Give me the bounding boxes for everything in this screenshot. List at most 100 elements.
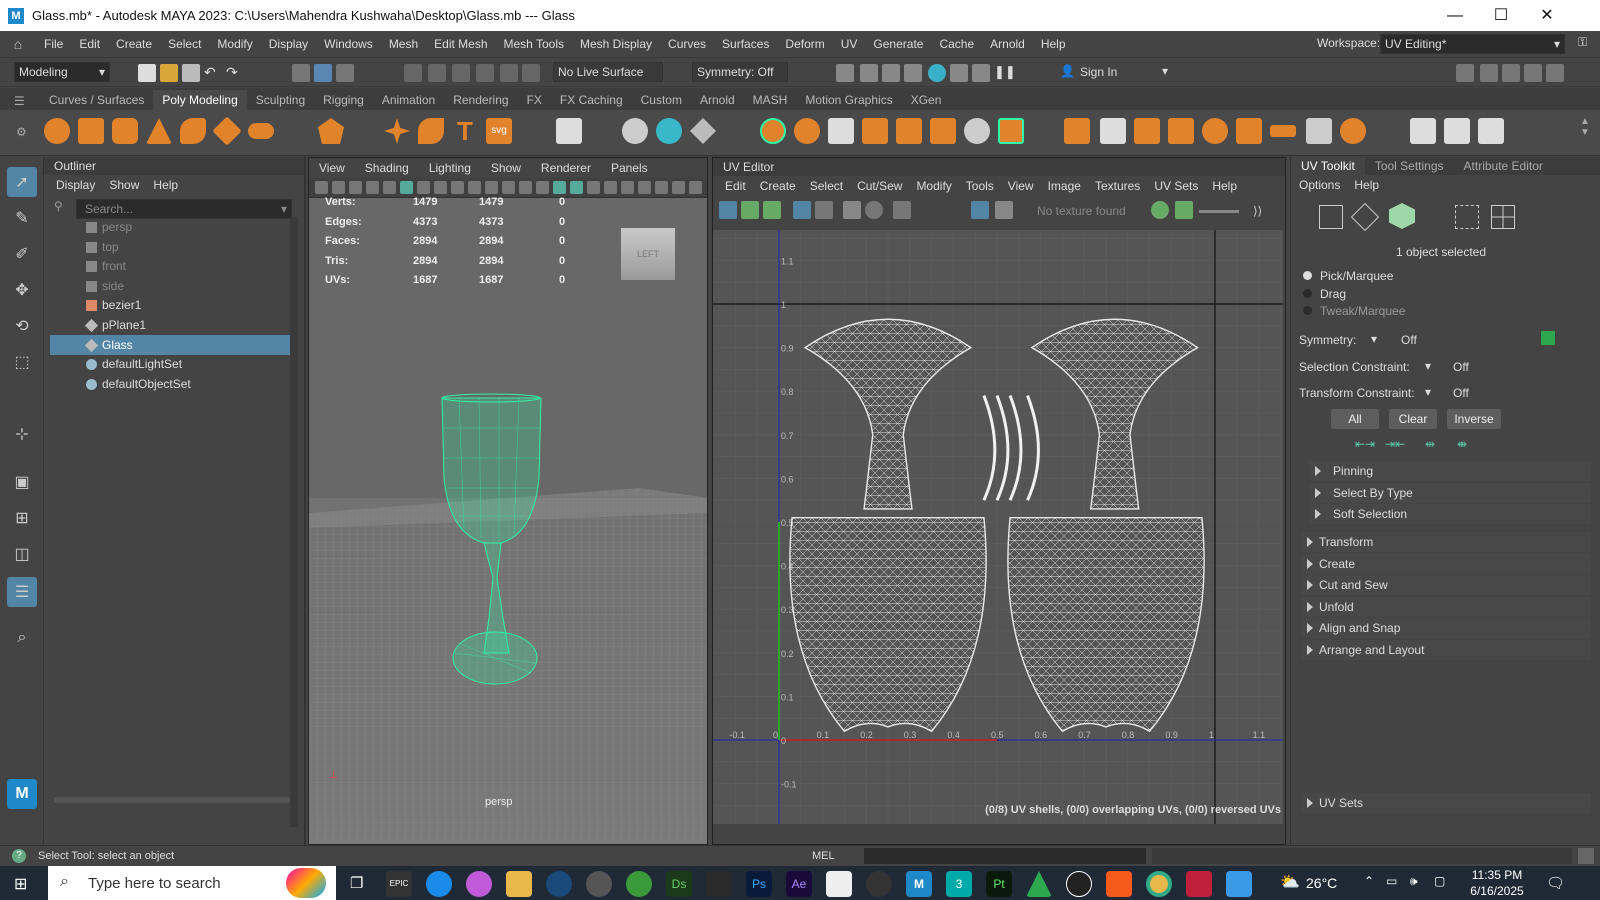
viewport-menu-show[interactable]: Show — [481, 161, 531, 175]
uv-canvas[interactable]: 1.1 1 0.9 0.8 0.7 0.6 0.5 0.4 0.3 0.2 0.1 0 -0.1 -0.1… — [713, 230, 1283, 824]
tray-chevron-icon[interactable]: ⌃ — [1364, 874, 1374, 888]
poly-helix-icon[interactable] — [418, 118, 444, 144]
bookmark-icon[interactable] — [349, 181, 362, 194]
outliner-item-bezier1[interactable]: bezier1 — [50, 295, 295, 315]
shelf-tab-custom[interactable]: Custom — [632, 90, 691, 110]
extrude-icon[interactable] — [760, 118, 786, 144]
shelf-tab-xgen[interactable]: XGen — [902, 90, 951, 110]
mirror-icon[interactable] — [1134, 118, 1160, 144]
circularize-icon[interactable] — [1168, 118, 1194, 144]
poly-type-icon[interactable]: T — [452, 118, 478, 144]
shrink-selection-icon[interactable]: ⇥⇤ — [1385, 437, 1405, 451]
network-icon[interactable]: ▭ — [1386, 874, 1397, 888]
view-cube[interactable]: LEFT — [621, 228, 675, 280]
wireframe-icon[interactable] — [536, 181, 549, 194]
menu-windows[interactable]: Windows — [316, 37, 381, 51]
combine-icon[interactable] — [622, 118, 648, 144]
select-component-icon[interactable] — [336, 64, 354, 82]
move-tool-icon[interactable]: ✥ — [7, 275, 37, 305]
subsection-select-by-type[interactable]: Select By Type — [1309, 482, 1591, 503]
undo-icon[interactable]: ↶ — [204, 64, 222, 82]
uv-distortion-icon[interactable] — [763, 201, 781, 219]
filter-icon[interactable]: ⚲ — [54, 199, 63, 213]
viewport-menu-shading[interactable]: Shading — [355, 161, 419, 175]
smooth-icon[interactable] — [690, 118, 716, 144]
maximize-button[interactable]: ☐ — [1478, 0, 1524, 31]
poly-plane-icon[interactable] — [212, 116, 242, 146]
nvidia-icon[interactable] — [706, 871, 732, 897]
taskbar-search-box[interactable]: ⌕ Type here to search — [48, 866, 336, 900]
image-plane-icon[interactable] — [366, 181, 379, 194]
unity-icon[interactable] — [586, 871, 612, 897]
outliner-item-pplane1[interactable]: pPlane1 — [50, 315, 295, 335]
maya-taskbar-icon[interactable]: M — [906, 871, 932, 897]
chevron-down-icon[interactable]: ▾ — [281, 200, 287, 218]
camera-attr-icon[interactable] — [332, 181, 345, 194]
minimize-button[interactable]: — — [1432, 0, 1478, 31]
render-settings-icon[interactable] — [904, 64, 922, 82]
menu-mesh-tools[interactable]: Mesh Tools — [496, 37, 572, 51]
shelf-gear-icon[interactable]: ⚙ — [16, 125, 27, 139]
premiere-icon[interactable] — [826, 871, 852, 897]
outliner-menu-show[interactable]: Show — [109, 178, 139, 192]
unreal-engine-icon[interactable] — [1066, 871, 1092, 897]
modeling-toolkit-icon[interactable] — [1456, 64, 1474, 82]
uv-toolkit-tab-uv-toolkit[interactable]: UV Toolkit — [1291, 157, 1365, 175]
append-polygon-icon[interactable] — [896, 118, 922, 144]
mode-radio-tweak-marquee[interactable]: Tweak/Marquee — [1303, 304, 1405, 318]
mode-radio-pick-marquee[interactable]: Pick/Marquee — [1303, 269, 1393, 283]
close-button[interactable]: ✕ — [1524, 0, 1570, 31]
ipr-render-icon[interactable] — [882, 64, 900, 82]
image-ratio-slider[interactable] — [1199, 210, 1239, 213]
uv-toolkit-tab-tool-settings[interactable]: Tool Settings — [1365, 157, 1454, 175]
shelf-tab-sculpting[interactable]: Sculpting — [247, 90, 314, 110]
app-red-icon[interactable] — [1186, 871, 1212, 897]
menu-generate[interactable]: Generate — [865, 37, 931, 51]
shelf-tab-arnold[interactable]: Arnold — [691, 90, 744, 110]
xray-icon[interactable] — [672, 181, 685, 194]
tool-settings-icon[interactable] — [1524, 64, 1542, 82]
outliner-item-defaultlightset[interactable]: defaultLightSet — [50, 354, 295, 374]
volume-icon[interactable]: 🕪 — [1410, 874, 1418, 889]
menu-edit-mesh[interactable]: Edit Mesh — [426, 37, 495, 51]
mode-radio-drag[interactable]: Drag — [1303, 287, 1346, 301]
section-align-and-snap[interactable]: Align and Snap — [1301, 618, 1591, 639]
menu-create[interactable]: Create — [108, 37, 160, 51]
symmetry-value[interactable]: Off — [1401, 333, 1417, 347]
select-loop-icon[interactable]: ⇹ — [1425, 437, 1435, 451]
poly-cone-icon[interactable] — [146, 118, 172, 144]
command-line-input[interactable] — [864, 848, 1146, 864]
bridge-icon[interactable] — [794, 118, 820, 144]
paint-tool-icon[interactable] — [1478, 118, 1504, 144]
file-explorer-icon[interactable] — [506, 871, 532, 897]
menu-mesh[interactable]: Mesh — [381, 37, 426, 51]
outliner-item-front[interactable]: front — [50, 256, 295, 276]
snap-vertex-icon[interactable] — [522, 64, 540, 82]
multi-cut-icon[interactable] — [998, 118, 1024, 144]
menu-file[interactable]: File — [36, 37, 71, 51]
arnold-render-icon[interactable] — [972, 64, 990, 82]
outliner-item-persp[interactable]: persp — [50, 217, 295, 237]
sign-in-button[interactable]: Sign In — [1080, 65, 1117, 79]
viewport-menu-view[interactable]: View — [309, 161, 355, 175]
uv-toolkit-menu-help[interactable]: Help — [1354, 178, 1379, 192]
uv-menu-create[interactable]: Create — [760, 179, 796, 193]
epic-games-icon[interactable]: EPIC — [386, 871, 412, 897]
svg-icon[interactable]: svg — [486, 118, 512, 144]
snap-point-icon[interactable] — [452, 64, 470, 82]
render-history-icon[interactable] — [836, 64, 854, 82]
after-effects-icon[interactable]: Ae — [786, 871, 812, 897]
merge-icon[interactable] — [930, 118, 956, 144]
smooth-shade-icon[interactable] — [553, 181, 566, 194]
snap-surface-icon[interactable] — [500, 64, 518, 82]
snap-grid-icon[interactable] — [404, 64, 422, 82]
section-create[interactable]: Create — [1301, 553, 1591, 574]
scale-tool-icon[interactable]: ⬚ — [7, 347, 37, 377]
lock-icon[interactable]: ⚿ — [1578, 35, 1587, 50]
bevel-icon[interactable] — [828, 118, 854, 144]
hypershade-icon[interactable] — [928, 64, 946, 82]
motion-blur-icon[interactable] — [638, 181, 651, 194]
section-transform[interactable]: Transform — [1301, 532, 1591, 552]
four-view-icon[interactable]: ⊞ — [7, 503, 37, 533]
subsection-soft-selection[interactable]: Soft Selection — [1309, 504, 1591, 525]
